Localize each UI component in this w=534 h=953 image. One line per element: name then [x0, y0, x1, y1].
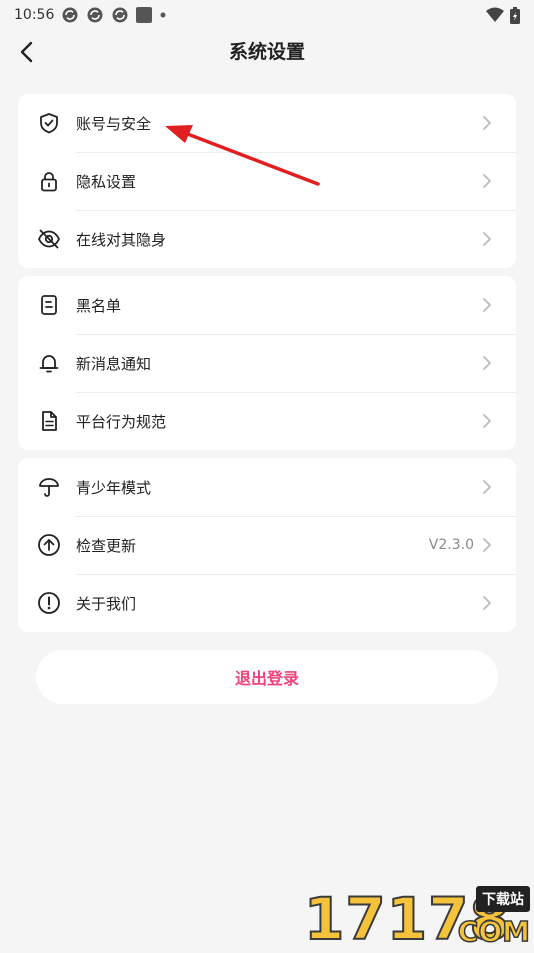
logout-button[interactable]: 退出登录 [36, 650, 498, 704]
umbrella-icon [37, 475, 61, 499]
back-button[interactable] [12, 38, 40, 66]
row-privacy-settings[interactable]: 隐私设置 [18, 152, 516, 210]
chevron-right-icon [482, 413, 494, 429]
chevron-right-icon [482, 595, 494, 611]
row-label: 关于我们 [76, 594, 137, 613]
list-card-icon [37, 293, 61, 317]
dot-icon [160, 12, 166, 18]
settings-group-about: 青少年模式 检查更新 V2.3.0 关于我们 [18, 458, 516, 632]
row-blacklist[interactable]: 黑名单 [18, 276, 516, 334]
row-label: 新消息通知 [76, 354, 152, 373]
bell-icon [37, 351, 61, 375]
watermark-suffix: COM [457, 915, 531, 948]
chevron-right-icon [482, 173, 494, 189]
lock-icon [37, 169, 61, 193]
row-label: 检查更新 [76, 536, 137, 555]
watermark-logo: 17178 下载站 COM [303, 886, 532, 950]
info-circle-icon [37, 591, 61, 615]
arrow-up-circle-icon [37, 533, 61, 557]
chevron-right-icon [482, 537, 494, 553]
nav-bar: 系统设置 [0, 30, 534, 74]
chevron-left-icon [20, 41, 33, 63]
battery-icon [510, 6, 520, 24]
chevron-right-icon [482, 355, 494, 371]
row-platform-rules[interactable]: 平台行为规范 [18, 392, 516, 450]
row-label: 青少年模式 [76, 478, 152, 497]
row-about-us[interactable]: 关于我们 [18, 574, 516, 632]
sync-icon [87, 7, 103, 23]
status-time: 10:56 [14, 7, 55, 23]
sync-icon [112, 7, 128, 23]
row-label: 隐私设置 [76, 172, 137, 191]
settings-group-account: 账号与安全 隐私设置 在线对其隐身 [18, 94, 516, 268]
document-icon [37, 409, 61, 433]
row-teen-mode[interactable]: 青少年模式 [18, 458, 516, 516]
row-invisible-online[interactable]: 在线对其隐身 [18, 210, 516, 268]
status-bar: 10:56 [0, 0, 534, 30]
row-new-message-notification[interactable]: 新消息通知 [18, 334, 516, 392]
version-value: V2.3.0 [428, 537, 474, 553]
row-label: 账号与安全 [76, 114, 152, 133]
chevron-right-icon [482, 297, 494, 313]
row-label: 黑名单 [76, 296, 122, 315]
page-title: 系统设置 [228, 41, 305, 63]
settings-group-notifications: 黑名单 新消息通知 平台行为规范 [18, 276, 516, 450]
row-check-update[interactable]: 检查更新 V2.3.0 [18, 516, 516, 574]
chevron-right-icon [482, 479, 494, 495]
chevron-right-icon [482, 115, 494, 131]
app-square-icon [136, 7, 153, 23]
eye-off-icon [37, 227, 61, 251]
sync-icon [62, 7, 78, 23]
shield-check-icon [37, 111, 61, 135]
row-account-security[interactable]: 账号与安全 [18, 94, 516, 152]
wifi-icon [486, 7, 504, 22]
row-label: 平台行为规范 [76, 412, 167, 431]
row-label: 在线对其隐身 [76, 230, 167, 249]
chevron-right-icon [482, 231, 494, 247]
watermark-badge: 下载站 [476, 886, 530, 912]
